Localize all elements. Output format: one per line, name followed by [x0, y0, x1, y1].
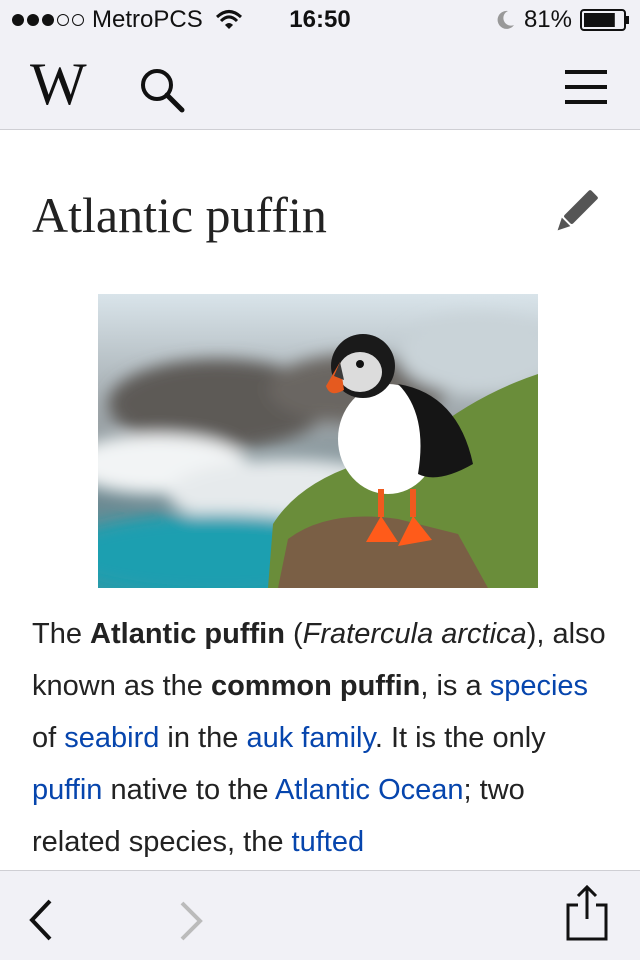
article-paragraph: The Atlantic puffin (Fratercula arctica)… — [32, 608, 612, 868]
status-bar: MetroPCS 16:50 81% — [0, 0, 640, 40]
bold-term-common-puffin: common puffin — [210, 670, 421, 702]
wikipedia-logo[interactable]: W — [30, 54, 87, 114]
battery-percent: 81% — [523, 6, 572, 33]
page-title: Atlantic puffin — [32, 187, 327, 243]
top-navigation-bar: W — [0, 40, 640, 130]
hamburger-menu-icon[interactable] — [565, 68, 607, 106]
pencil-icon[interactable] — [552, 188, 600, 236]
link-tufted[interactable]: tufted — [292, 826, 365, 858]
share-icon[interactable] — [564, 885, 610, 941]
link-puffin[interactable]: puffin — [32, 774, 102, 806]
link-seabird[interactable]: seabird — [64, 722, 159, 754]
status-right: 81% — [494, 6, 630, 34]
link-species[interactable]: species — [490, 670, 588, 702]
text-segment: native to the — [102, 774, 275, 806]
text-segment: . It is the only — [374, 722, 546, 754]
text-segment: , is a — [420, 670, 490, 702]
text-segment: of — [32, 722, 65, 754]
moon-icon — [497, 10, 514, 29]
link-auk-family[interactable]: auk family — [246, 722, 374, 754]
chevron-left-icon[interactable] — [26, 899, 56, 941]
text-segment: ( — [284, 618, 303, 650]
scientific-name: Fratercula arctica — [302, 618, 527, 650]
link-atlantic-ocean[interactable]: Atlantic Ocean — [275, 774, 464, 806]
puffin-photo — [98, 294, 538, 588]
bottom-toolbar — [0, 870, 640, 960]
article-body: The Atlantic puffin (Fratercula arctica)… — [32, 608, 612, 868]
chevron-right-icon[interactable] — [176, 901, 206, 941]
search-icon[interactable] — [138, 66, 186, 114]
text-segment: in the — [159, 722, 247, 754]
article-image[interactable] — [98, 294, 538, 588]
bold-term-atlantic-puffin: Atlantic puffin — [90, 618, 285, 650]
battery-icon — [580, 9, 629, 31]
text-segment: The — [32, 618, 91, 650]
